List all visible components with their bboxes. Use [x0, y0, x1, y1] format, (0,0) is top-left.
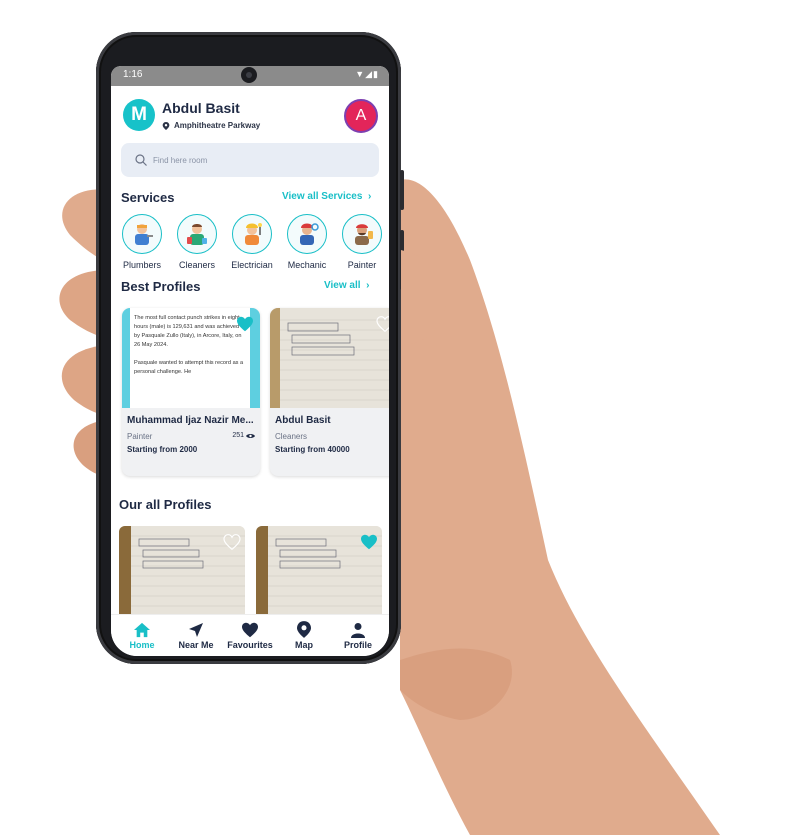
service-painter[interactable]: Painter	[335, 214, 389, 270]
nav-label: Home	[129, 639, 155, 650]
profile-card[interactable]: Abdul Basit Cleaners Starting from 40000	[270, 308, 389, 476]
home-icon	[134, 622, 150, 637]
app-logo: M	[123, 99, 155, 131]
person-icon	[351, 622, 365, 638]
view-all-services-label: View all Services	[282, 191, 363, 202]
service-label: Plumbers	[122, 260, 161, 270]
search-placeholder: Find here room	[153, 155, 208, 165]
nav-label: Map	[295, 640, 313, 650]
user-avatar[interactable]: A	[344, 99, 378, 133]
service-label: Cleaners	[178, 260, 216, 270]
nav-near-me[interactable]: Near Me	[170, 622, 222, 650]
navigation-arrow-icon	[189, 622, 203, 637]
nav-label: Favourites	[227, 639, 273, 650]
nav-favourites[interactable]: Favourites	[224, 622, 276, 650]
power-button	[400, 230, 404, 290]
nav-map[interactable]: Map	[278, 621, 330, 650]
favorite-heart-icon[interactable]	[376, 316, 389, 332]
profile-image-note: The most full contact punch strikes in e…	[130, 308, 250, 408]
views-count: 251	[232, 432, 244, 439]
bottom-navigation: Home Near Me Favourites Map Profile	[111, 614, 389, 656]
service-label: Painter	[347, 260, 377, 270]
signal-battery-icon: ▼◢▮	[355, 69, 379, 79]
electrician-icon	[232, 214, 272, 254]
nav-label: Profile	[343, 639, 372, 650]
heart-icon	[242, 622, 258, 637]
location-pin-icon	[162, 121, 170, 130]
eye-icon	[246, 433, 255, 438]
view-all-services-link[interactable]: View all Services ›	[282, 191, 371, 202]
search-bar[interactable]: Find here room	[121, 143, 379, 177]
plumber-icon	[122, 214, 162, 254]
all-profiles-title: Our all Profiles	[119, 497, 212, 512]
best-profiles-title: Best Profiles	[121, 279, 201, 294]
all-profile-card[interactable]	[119, 526, 245, 621]
view-all-profiles-label: View all	[324, 280, 361, 291]
service-label: Mechanic	[287, 260, 327, 270]
profile-category: Cleaners	[275, 432, 308, 441]
services-list: Plumbers Cleaners Electrician Mechanic P…	[115, 214, 389, 270]
nav-label: Near Me	[178, 639, 214, 650]
user-name: Abdul Basit	[162, 100, 240, 116]
cleaner-icon	[177, 214, 217, 254]
view-all-profiles-link[interactable]: View all ›	[324, 280, 369, 291]
profile-price: Starting from 2000	[127, 445, 198, 454]
chevron-right-icon: ›	[363, 280, 370, 291]
nav-profile[interactable]: Profile	[332, 622, 384, 650]
favorite-heart-icon[interactable]	[236, 316, 254, 332]
app-screen: 1:16 ▼◢▮ M Abdul Basit Amphitheatre Park…	[111, 66, 389, 656]
favorite-heart-icon[interactable]	[360, 534, 378, 550]
location-text: Amphitheatre Parkway	[174, 121, 261, 130]
status-time: 1:16	[123, 69, 143, 80]
nav-home[interactable]: Home	[116, 622, 168, 650]
front-camera	[241, 67, 257, 83]
note-text: The most full contact punch strikes in e…	[134, 315, 242, 348]
painter-icon	[342, 214, 382, 254]
mechanic-icon	[287, 214, 327, 254]
profile-card[interactable]: The most full contact punch strikes in e…	[122, 308, 260, 476]
notebook-photo	[270, 308, 389, 408]
favorite-heart-icon[interactable]	[223, 534, 241, 550]
services-title: Services	[121, 190, 175, 205]
status-bar: 1:16 ▼◢▮	[111, 66, 389, 86]
profile-name: Muhammad Ijaz Nazir Me...	[127, 415, 254, 426]
service-electrician[interactable]: Electrician	[225, 214, 279, 270]
map-pin-icon	[297, 621, 311, 638]
profile-image	[270, 308, 389, 408]
note-text: Pasquale wanted to attempt this record a…	[134, 360, 244, 375]
chevron-right-icon: ›	[365, 191, 372, 202]
service-plumbers[interactable]: Plumbers	[115, 214, 169, 270]
location[interactable]: Amphitheatre Parkway	[162, 121, 260, 130]
volume-button	[400, 170, 404, 210]
profile-price: Starting from 40000	[275, 445, 350, 454]
profile-category: Painter	[127, 432, 153, 441]
all-profile-card[interactable]	[256, 526, 382, 621]
profile-views: 251	[232, 432, 255, 439]
service-mechanic[interactable]: Mechanic	[280, 214, 334, 270]
profile-name: Abdul Basit	[275, 415, 331, 426]
service-label: Electrician	[231, 260, 273, 270]
service-cleaners[interactable]: Cleaners	[170, 214, 224, 270]
search-icon	[135, 154, 147, 166]
